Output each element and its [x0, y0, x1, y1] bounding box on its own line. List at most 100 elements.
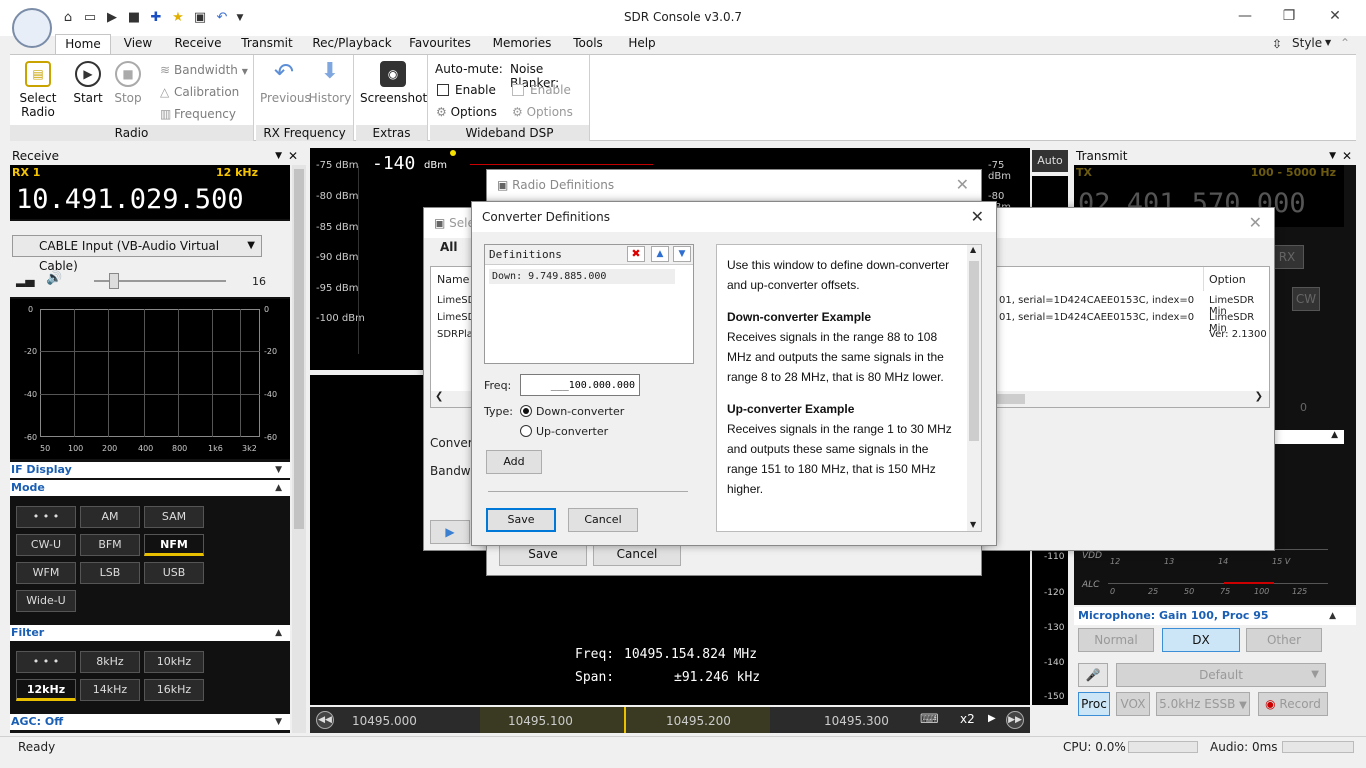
add-button[interactable]: Add	[486, 450, 542, 474]
tx-cw-button[interactable]: CW	[1292, 287, 1320, 311]
mode-sam-button[interactable]: SAM	[144, 506, 204, 528]
history-button[interactable]: ⬇ History	[308, 61, 352, 106]
style-toggle-icon[interactable]: ⇳	[1272, 37, 1282, 51]
select-radio-close-icon[interactable]: ✕	[1249, 208, 1262, 238]
mode-lsb-button[interactable]: LSB	[80, 562, 140, 584]
noise-blanker-options-button[interactable]: ⚙ Options	[512, 105, 573, 119]
mode-bfm-button[interactable]: BFM	[80, 534, 140, 556]
auto-scale-button[interactable]: Auto	[1032, 150, 1068, 172]
frequency-scale[interactable]: ◀◀ 10495.000 10495.100 10495.200 10495.3…	[310, 707, 1030, 733]
filter-12khz-button[interactable]: 12kHz	[16, 679, 76, 701]
zoom-value[interactable]: x2	[960, 712, 975, 726]
collapse-ribbon-icon[interactable]: ⌃	[1340, 36, 1350, 50]
start-button[interactable]: ▶ Start	[66, 61, 110, 105]
tab-transmit[interactable]: Transmit	[238, 34, 296, 54]
transmit-menu-icon[interactable]: ▼	[1329, 148, 1336, 164]
tab-view[interactable]: View	[116, 34, 160, 54]
start-radio-button[interactable]: ▶	[430, 520, 470, 544]
tab-all[interactable]: All	[440, 240, 458, 254]
col-option-header[interactable]: Option	[1209, 273, 1246, 286]
filter-16khz-button[interactable]: 16kHz	[144, 679, 204, 701]
mic-dx-button[interactable]: DX	[1162, 628, 1240, 652]
receive-scrollbar[interactable]	[292, 165, 306, 733]
record-button[interactable]: ◉ Record	[1258, 692, 1328, 716]
radio-definitions-close-icon[interactable]: ✕	[956, 170, 969, 200]
bandwidth-button[interactable]: ≋ Bandwidth ▼	[160, 63, 248, 79]
filter-10khz-button[interactable]: 10kHz	[144, 651, 204, 673]
maximize-button[interactable]: ❐	[1274, 6, 1304, 26]
mode-usb-button[interactable]: USB	[144, 562, 204, 584]
previous-button[interactable]: ↶ Previous	[260, 60, 311, 105]
audio-meter-icon[interactable]: ▂▄	[16, 273, 34, 287]
filter-8khz-button[interactable]: 8kHz	[80, 651, 140, 673]
filter-header[interactable]: Filter ▲	[10, 625, 290, 641]
receive-menu-icon[interactable]: ▼	[275, 148, 282, 164]
tab-receive[interactable]: Receive	[172, 34, 224, 54]
mode-wide-u-button[interactable]: Wide-U	[16, 590, 76, 612]
style-dropdown-icon[interactable]: ▼	[1325, 38, 1331, 47]
volume-slider-thumb[interactable]	[108, 273, 119, 289]
converter-definitions-close-icon[interactable]: ✕	[971, 202, 984, 232]
style-menu[interactable]: Style	[1292, 36, 1322, 50]
if-display-header[interactable]: IF Display ▼	[10, 462, 290, 478]
frequency-button[interactable]: ▥ Frequency	[160, 107, 236, 121]
tab-favourites[interactable]: Favourites	[408, 34, 472, 54]
audio-device-dropdown[interactable]: CABLE Input (VB-Audio Virtual Cable) ▼	[12, 235, 262, 273]
mode-am-button[interactable]: AM	[80, 506, 140, 528]
microphone-header[interactable]: Microphone: Gain 100, Proc 95 ▲	[1074, 607, 1356, 625]
converter-cancel-button[interactable]: Cancel	[568, 508, 638, 532]
scroll-left-icon[interactable]: ◀◀	[316, 711, 334, 729]
transmit-close-icon[interactable]: ✕	[1342, 148, 1352, 164]
select-radio-button[interactable]: ▤ Select Radio	[16, 61, 60, 119]
microphone-icon[interactable]: 🎤	[1078, 663, 1108, 687]
vox-button[interactable]: VOX	[1116, 692, 1150, 716]
mic-normal-button[interactable]: Normal	[1078, 628, 1154, 652]
radio-row-name[interactable]: SDRPla	[437, 329, 473, 340]
zoom-next-icon[interactable]: ▶	[988, 713, 996, 724]
radio-row-option[interactable]: Ver: 2.1300	[1209, 329, 1267, 340]
auto-mute-enable-checkbox[interactable]: Enable	[437, 83, 496, 97]
mode-nfm-button[interactable]: NFM	[144, 534, 204, 556]
mic-profile-dropdown[interactable]: Default ▼	[1116, 663, 1326, 687]
filter-more-button[interactable]: • • •	[16, 651, 76, 673]
move-up-icon[interactable]: ▲	[651, 246, 669, 262]
noise-blanker-enable-checkbox[interactable]: Enable	[512, 83, 571, 97]
auto-mute-options-button[interactable]: ⚙ Options	[436, 105, 497, 119]
agc-header[interactable]: AGC: Off ▼	[10, 714, 290, 730]
col-name-header[interactable]: Name	[437, 273, 469, 286]
definition-item[interactable]: Down: 9.749.885.000	[489, 269, 675, 284]
close-button[interactable]: ✕	[1320, 6, 1350, 26]
calibration-button[interactable]: △ Calibration	[160, 85, 239, 99]
delete-icon[interactable]: ✖	[627, 246, 645, 262]
mode-cw-u-button[interactable]: CW-U	[16, 534, 76, 556]
keyboard-icon[interactable]: ⌨	[920, 712, 939, 727]
mode-more-button[interactable]: • • •	[16, 506, 76, 528]
tab-memories[interactable]: Memories	[490, 34, 554, 54]
tab-help[interactable]: Help	[622, 34, 662, 54]
help-scrollbar-thumb[interactable]	[969, 261, 979, 441]
converter-save-button[interactable]: Save	[486, 508, 556, 532]
receive-scrollbar-thumb[interactable]	[294, 169, 304, 529]
proc-button[interactable]: Proc	[1078, 692, 1110, 716]
tab-home[interactable]: Home	[55, 34, 111, 54]
stop-button[interactable]: ■ Stop	[108, 61, 148, 105]
move-down-icon[interactable]: ▼	[673, 246, 691, 262]
freq-input[interactable]	[520, 374, 640, 396]
mode-header[interactable]: Mode ▲	[10, 480, 290, 496]
minimize-button[interactable]: —	[1230, 6, 1260, 26]
down-converter-radio[interactable]: Down-converter	[520, 405, 624, 418]
radio-row-detail[interactable]: 01, serial=1D424CAEE0153C, index=0	[999, 295, 1194, 306]
help-scrollbar[interactable]: ▲ ▼	[967, 245, 981, 531]
scroll-right-icon[interactable]: ▶▶	[1006, 711, 1024, 729]
mode-wfm-button[interactable]: WFM	[16, 562, 76, 584]
tab-rec-playback[interactable]: Rec/Playback	[310, 34, 394, 54]
speaker-icon[interactable]: 🔊	[46, 271, 62, 286]
radio-row-detail[interactable]: 01, serial=1D424CAEE0153C, index=0	[999, 312, 1194, 323]
tx-rx-button[interactable]: RX	[1270, 245, 1304, 269]
rx-frequency-display[interactable]: 10.491.029.500	[10, 181, 290, 219]
up-converter-radio[interactable]: Up-converter	[520, 425, 608, 438]
filter-14khz-button[interactable]: 14kHz	[80, 679, 140, 701]
receive-close-icon[interactable]: ✕	[288, 148, 298, 164]
tab-tools[interactable]: Tools	[568, 34, 608, 54]
essb-dropdown[interactable]: 5.0kHz ESSB ▼	[1156, 692, 1250, 716]
